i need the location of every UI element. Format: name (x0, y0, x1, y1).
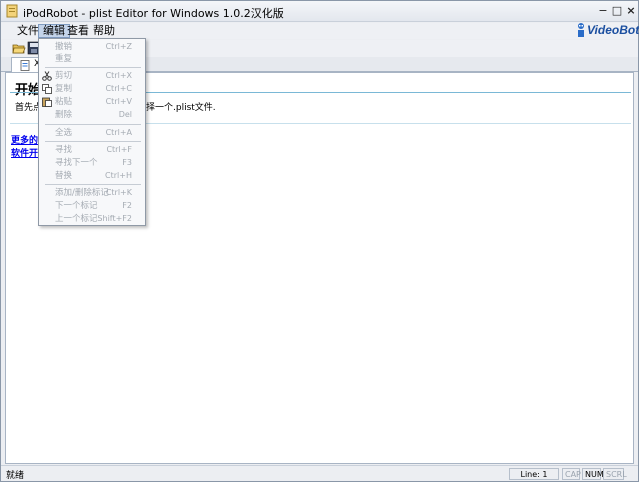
menu-item-label: 寻找 (55, 145, 73, 155)
menu-item-label: 下一个标记 (55, 201, 98, 211)
menu-item-replace[interactable]: 替换 Ctrl+H (39, 170, 145, 183)
menu-item-label: 上一个标记 (55, 214, 98, 224)
menu-item-label: 重复 (55, 54, 73, 64)
menu-item-shortcut: F2 (122, 201, 132, 210)
menu-item-toggle-bookmark[interactable]: 添加/删除标记 Ctrl+K (39, 187, 145, 200)
close-button[interactable]: × (623, 4, 639, 18)
tab-document[interactable]: X (11, 57, 41, 72)
menu-item-shortcut: Ctrl+Z (105, 42, 132, 51)
menu-item-prev-bookmark[interactable]: 上一个标记 Shift+F2 (39, 213, 145, 226)
status-bar: 就绪 Line: 1 Col: 1 CAP NUM SCRL (1, 465, 638, 482)
menu-item-shortcut: Ctrl+H (105, 171, 132, 180)
menu-item-shortcut: Del (118, 110, 132, 119)
copy-icon (42, 84, 52, 94)
menu-item-label: 寻找下一个 (55, 158, 98, 168)
open-folder-icon[interactable] (12, 41, 26, 55)
menu-item-shortcut: Ctrl+C (105, 84, 132, 93)
robot-icon (578, 23, 584, 37)
window-title: iPodRobot - plist Editor for Windows 1.0… (23, 7, 284, 20)
menu-item-cut[interactable]: 剪切 Ctrl+X (39, 70, 145, 83)
menu-separator (45, 141, 141, 142)
menu-item-shortcut: Ctrl+A (105, 128, 132, 137)
menu-item-redo[interactable]: 重复 (39, 53, 145, 66)
menu-bar: 文件 编辑 查看 帮助 (1, 23, 638, 39)
menu-item-select-all[interactable]: 全选 Ctrl+A (39, 127, 145, 140)
caps-lock-indicator: CAP (562, 468, 581, 480)
menu-separator (45, 184, 141, 185)
menu-separator (45, 124, 141, 125)
app-icon (6, 4, 18, 18)
menu-item-shortcut: Ctrl+K (105, 188, 132, 197)
scroll-lock-indicator: SCRL (603, 468, 627, 480)
edit-menu-dropdown: 撤销 Ctrl+Z 重复 剪切 Ctrl+X 复制 Ctrl+C 粘贴 Ctrl… (38, 38, 146, 226)
menu-item-shortcut: F3 (122, 158, 132, 167)
num-lock-indicator: NUM (582, 468, 604, 480)
menu-item-shortcut: Ctrl+F (106, 145, 132, 154)
scissors-icon (42, 71, 52, 81)
menu-item-label: 粘贴 (55, 97, 73, 107)
xml-document-icon (20, 60, 30, 71)
menu-item-label: 添加/删除标记 (55, 188, 109, 198)
paste-icon (42, 97, 52, 107)
menu-item-label: 剪切 (55, 71, 73, 81)
menu-item-copy[interactable]: 复制 Ctrl+C (39, 83, 145, 96)
menu-item-label: 全选 (55, 128, 73, 138)
logo-text: VideoBot (587, 23, 639, 37)
menu-item-label: 撤销 (55, 42, 73, 52)
menu-item-label: 复制 (55, 84, 73, 94)
menu-item-shortcut: Ctrl+X (105, 71, 132, 80)
menu-item-shortcut: Shift+F2 (97, 214, 132, 223)
menu-item-find-next[interactable]: 寻找下一个 F3 (39, 157, 145, 170)
menu-item-label: 替换 (55, 171, 73, 181)
more-link[interactable]: 更多的 (11, 133, 38, 146)
cursor-position: Line: 1 Col: 1 (509, 468, 559, 482)
menu-item-label: 删除 (55, 110, 73, 120)
menu-item-paste[interactable]: 粘贴 Ctrl+V (39, 96, 145, 109)
menu-item-delete[interactable]: 删除 Del (39, 109, 145, 122)
intro-text-end: 择一个.plist文件. (146, 103, 216, 113)
status-text: 就绪 (6, 471, 25, 481)
videobot-logo: VideoBot (575, 21, 639, 39)
menu-item-shortcut: Ctrl+V (105, 97, 132, 106)
menu-help[interactable]: 帮助 (89, 24, 119, 38)
app-window: iPodRobot - plist Editor for Windows 1.0… (0, 0, 639, 482)
menu-separator (45, 67, 141, 68)
title-bar: iPodRobot - plist Editor for Windows 1.0… (1, 1, 638, 22)
menu-item-next-bookmark[interactable]: 下一个标记 F2 (39, 200, 145, 213)
menu-item-find[interactable]: 寻找 Ctrl+F (39, 144, 145, 157)
developer-link[interactable]: 软件开 (11, 146, 38, 159)
